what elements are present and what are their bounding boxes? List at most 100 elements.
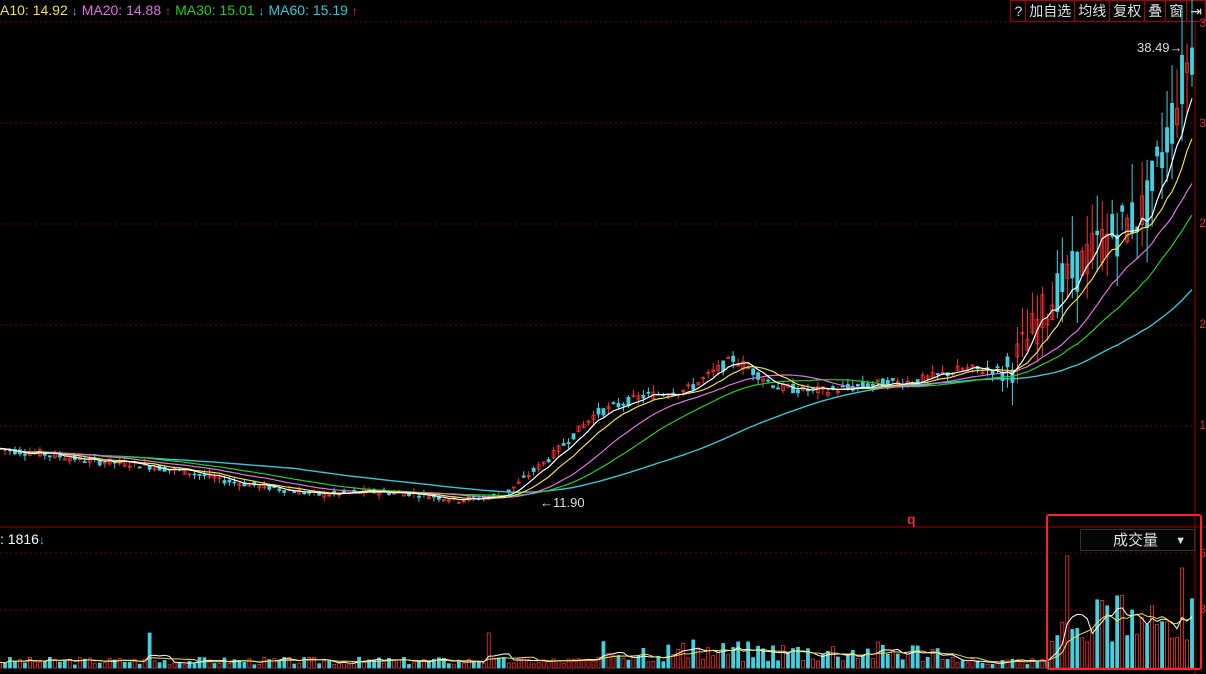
candle-body <box>756 372 760 380</box>
volume-bar <box>327 660 332 669</box>
volume-bar <box>910 645 915 669</box>
candle-body <box>995 366 1000 369</box>
volume-bar <box>481 663 486 669</box>
volume-bar <box>925 657 930 669</box>
candle-body <box>57 455 62 458</box>
volume-bar <box>1035 661 1040 669</box>
volume-bar <box>965 662 970 669</box>
volume-bar <box>107 657 112 669</box>
volume-bar <box>397 659 401 669</box>
candle-body <box>561 443 566 446</box>
volume-bar <box>1005 659 1010 669</box>
volume-bar <box>97 662 102 669</box>
volume-bar <box>217 663 222 669</box>
candle-body <box>791 383 795 394</box>
volume-bar <box>486 632 491 669</box>
volume-bar <box>122 661 127 669</box>
volume-bar <box>501 657 506 669</box>
volume-bar <box>546 660 551 669</box>
candle-body <box>731 355 736 362</box>
volume-bar <box>681 643 686 669</box>
volume-bar <box>182 664 187 669</box>
candle-body <box>1190 47 1194 75</box>
candle-body <box>531 468 536 472</box>
candle-body <box>776 387 780 390</box>
high-price-label: 38.49→ <box>1137 40 1183 55</box>
volume-bar <box>616 655 621 669</box>
volume-bar <box>691 639 696 669</box>
volume-bar <box>641 647 646 669</box>
volume-bar <box>586 659 591 669</box>
candle-body <box>1095 230 1100 236</box>
candle-body <box>1005 356 1010 368</box>
volume-bar <box>995 662 1000 669</box>
volume-bar <box>711 655 716 669</box>
volume-bar <box>826 650 830 669</box>
volume-bar <box>13 661 17 669</box>
volume-bar <box>915 645 920 669</box>
volume-bar <box>496 657 501 669</box>
volume-bar <box>531 663 536 669</box>
volume-bar <box>850 650 855 669</box>
volume-bar <box>177 662 182 669</box>
volume-bar <box>357 656 361 669</box>
volume-bar <box>72 664 77 669</box>
volume-bar <box>801 660 805 669</box>
volume-bar <box>297 662 302 669</box>
volume-bar <box>222 657 227 669</box>
volume-ma5-line <box>0 607 1193 664</box>
candle-body <box>23 453 27 456</box>
volume-bar <box>152 660 157 669</box>
volume-bar <box>212 663 217 669</box>
volume-bar <box>417 661 421 669</box>
volume-bar <box>446 663 451 669</box>
volume-bar <box>786 652 790 669</box>
ma20-line <box>0 183 1193 498</box>
volume-bar <box>920 660 925 669</box>
volume-bar <box>536 662 541 669</box>
volume-bar <box>102 662 107 669</box>
volume-bar <box>167 664 172 669</box>
axis-tick: 3 <box>1199 116 1206 130</box>
volume-bar <box>451 663 456 669</box>
candle-body <box>691 384 696 390</box>
volume-bar <box>631 657 636 669</box>
candle-body <box>1180 54 1184 105</box>
candle-body <box>137 466 142 469</box>
candle-body <box>721 360 726 372</box>
volume-bar <box>676 649 681 669</box>
volume-bar <box>591 660 596 669</box>
volume-bar <box>1010 658 1015 669</box>
volume-bar <box>656 655 661 669</box>
volume-bar <box>202 657 207 669</box>
volume-bar <box>651 660 656 669</box>
axis-tick: 2 <box>1199 216 1206 230</box>
candle-body <box>571 433 576 440</box>
volume-bar <box>686 657 691 669</box>
candle-body <box>147 465 152 470</box>
volume-bar <box>157 662 162 669</box>
candle-body <box>860 381 865 387</box>
volume-bar <box>476 662 481 669</box>
volume-bar <box>127 662 132 669</box>
volume-bar <box>626 659 631 669</box>
volume-bar <box>37 661 42 669</box>
candle-body <box>870 383 875 386</box>
volume-bar <box>990 664 995 669</box>
volume-bar <box>766 660 770 669</box>
volume-bar <box>601 641 606 669</box>
volume-bar <box>252 664 257 669</box>
candle-body <box>751 368 756 376</box>
candle-body <box>47 455 52 458</box>
volume-bar <box>1025 664 1030 669</box>
candle-body <box>1070 250 1075 279</box>
volume-bar <box>511 662 516 669</box>
volume-bar <box>811 658 815 669</box>
candle-body <box>97 460 102 466</box>
volume-bar <box>23 662 27 669</box>
volume-bar <box>751 657 756 669</box>
volume-bar <box>726 654 731 669</box>
volume-bar <box>491 657 496 669</box>
volume-bar <box>890 650 895 669</box>
candle-body <box>1160 152 1164 169</box>
